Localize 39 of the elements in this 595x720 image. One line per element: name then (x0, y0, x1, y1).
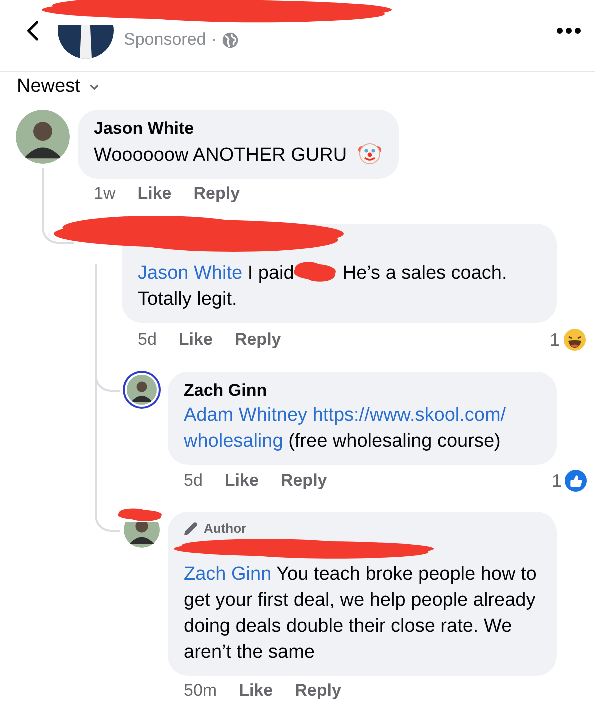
reply-button[interactable]: Reply (194, 184, 240, 204)
redaction-mark (294, 261, 336, 283)
mention-link[interactable]: Zach Ginn (184, 564, 272, 585)
reaction-count: 1 (552, 470, 562, 492)
pen-icon (184, 522, 198, 536)
like-button[interactable]: Like (224, 471, 259, 491)
url-link[interactable]: https://www.skool.com/ (312, 405, 506, 426)
commenter-name[interactable]: Jason White (94, 119, 382, 139)
author-label: Author (204, 521, 247, 536)
clown-face-icon (358, 141, 382, 165)
reaction-count: 1 (550, 330, 560, 350)
sort-dropdown[interactable]: Newest (17, 76, 102, 98)
comment-time: 5d (138, 330, 157, 350)
more-icon (557, 28, 581, 34)
sponsored-label: Sponsored (124, 30, 206, 50)
reply-button[interactable]: Reply (280, 471, 328, 491)
commenter-name[interactable]: Zach Ginn (184, 381, 540, 401)
like-button[interactable]: Like (239, 681, 274, 701)
like-icon (565, 470, 587, 492)
comment-time: 5d (184, 471, 203, 491)
more-options-button[interactable] (557, 28, 581, 34)
mention-link[interactable]: Jason White (138, 263, 243, 284)
separator-dot: · (211, 30, 217, 50)
comment-time: 1w (94, 184, 116, 204)
like-button[interactable]: Like (138, 184, 172, 204)
url-link[interactable]: wholesaling (184, 431, 284, 452)
reply-button[interactable]: Reply (234, 330, 282, 350)
mention-link[interactable]: Adam Whitney (184, 405, 308, 426)
globe-icon (222, 32, 239, 48)
avatar[interactable] (16, 110, 70, 164)
comment-text: Woooooow ANOTHER GURU (94, 141, 382, 169)
comment-text: Jason White I paid He’s a sales coach. Totally legit. (138, 261, 508, 312)
like-button[interactable]: Like (178, 330, 213, 350)
thread-line (42, 168, 44, 204)
comment-text: Adam Whitney https://www.skool.com/ wholesaling (free wholesaling course) (184, 404, 508, 454)
comment-text: Zach Ginn You teach broke people how to get your first deal, we help people already doing deals double their close rate. We aren’t the same (184, 563, 538, 665)
reply-button[interactable]: Reply (295, 681, 342, 701)
comment-time: 50m (184, 681, 218, 701)
laughing-face-icon (563, 328, 587, 352)
